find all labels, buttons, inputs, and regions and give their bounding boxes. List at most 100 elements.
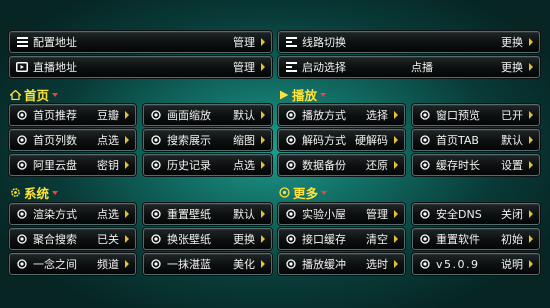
search-display-label: 搜索展示	[167, 134, 211, 147]
section-system-title: 系统	[24, 186, 50, 201]
chevron-right-icon	[529, 260, 533, 268]
home-tab-label: 首页TAB	[436, 134, 479, 147]
lab-label: 实验小屋	[302, 208, 346, 221]
chevron-right-icon	[261, 38, 265, 46]
cache-duration-value: 设置	[501, 159, 523, 172]
aliyun-drive-label: 阿里云盘	[33, 159, 77, 172]
tv-icon	[16, 61, 28, 73]
chevron-right-icon	[394, 161, 398, 169]
dot-icon	[150, 109, 162, 121]
reset-app-button[interactable]: 重置软件 初始	[412, 228, 540, 250]
live-address-value: 管理	[233, 61, 255, 74]
history-value: 点选	[233, 159, 255, 172]
channel-button[interactable]: 一念之间 频道	[9, 253, 136, 275]
chevron-right-icon	[394, 260, 398, 268]
split-icon	[285, 61, 297, 73]
beautify-button[interactable]: 一抹湛蓝 美化	[143, 253, 272, 275]
chevron-right-icon	[529, 111, 533, 119]
dot-icon	[16, 208, 28, 220]
aggregate-search-label: 聚合搜索	[33, 233, 77, 246]
version-button[interactable]: v5.0.9 说明	[412, 253, 540, 275]
screen-scale-value: 默认	[233, 109, 255, 122]
decode-mode-button[interactable]: 解码方式 硬解码	[278, 129, 405, 151]
version-label: v5.0.9	[436, 257, 480, 271]
change-wallpaper-label: 换张壁纸	[167, 233, 211, 246]
section-system-header: 系统	[10, 183, 59, 202]
chevron-right-icon	[529, 235, 533, 243]
more-icon	[279, 187, 290, 198]
aggregate-search-button[interactable]: 聚合搜索 已关	[9, 228, 136, 250]
aliyun-drive-button[interactable]: 阿里云盘 密钥	[9, 154, 136, 176]
home-recommend-button[interactable]: 首页推荐 豆瓣	[9, 104, 136, 126]
config-address-button[interactable]: 配置地址 管理	[9, 31, 272, 53]
play-icon	[279, 90, 289, 100]
home-columns-label: 首页列数	[33, 134, 77, 147]
play-buffer-button[interactable]: 播放缓冲 选时	[278, 253, 405, 275]
screen-scale-button[interactable]: 画面缩放 默认	[143, 104, 272, 126]
reset-app-value: 初始	[501, 233, 523, 246]
home-columns-button[interactable]: 首页列数 点选	[9, 129, 136, 151]
dot-icon	[150, 233, 162, 245]
lab-value: 管理	[366, 208, 388, 221]
home-tab-button[interactable]: 首页TAB 默认	[412, 129, 540, 151]
secure-dns-button[interactable]: 安全DNS 关闭	[412, 203, 540, 225]
dot-icon	[150, 159, 162, 171]
dot-icon	[285, 258, 297, 270]
chevron-right-icon	[529, 38, 533, 46]
cache-duration-button[interactable]: 缓存时长 设置	[412, 154, 540, 176]
chevron-right-icon	[394, 210, 398, 218]
search-display-value: 缩图	[233, 134, 255, 147]
render-mode-label: 渲染方式	[33, 208, 77, 221]
live-address-button[interactable]: 直播地址 管理	[9, 56, 272, 78]
channel-value: 频道	[97, 258, 119, 271]
history-label: 历史记录	[167, 159, 211, 172]
render-mode-button[interactable]: 渲染方式 点选	[9, 203, 136, 225]
dot-icon	[419, 208, 431, 220]
dot-icon	[16, 258, 28, 270]
caret-down-icon	[320, 92, 327, 97]
beautify-value: 美化	[233, 258, 255, 271]
search-display-button[interactable]: 搜索展示 缩图	[143, 129, 272, 151]
change-wallpaper-value: 更换	[233, 233, 255, 246]
chevron-right-icon	[394, 136, 398, 144]
aggregate-search-value: 已关	[97, 233, 119, 246]
secure-dns-label: 安全DNS	[436, 208, 482, 221]
window-preview-button[interactable]: 窗口预览 已开	[412, 104, 540, 126]
data-backup-button[interactable]: 数据备份 还原	[278, 154, 405, 176]
chevron-right-icon	[529, 161, 533, 169]
api-cache-button[interactable]: 接口缓存 清空	[278, 228, 405, 250]
startup-select-label: 启动选择	[302, 61, 346, 74]
reset-wallpaper-label: 重置壁纸	[167, 208, 211, 221]
route-switch-button[interactable]: 线路切换 更换	[278, 31, 540, 53]
reset-wallpaper-button[interactable]: 重置壁纸 默认	[143, 203, 272, 225]
section-home-header: 首页	[10, 85, 59, 104]
chevron-right-icon	[125, 210, 129, 218]
list-icon	[16, 36, 28, 48]
chevron-right-icon	[125, 111, 129, 119]
startup-select-button[interactable]: 启动选择 点播 更换	[278, 56, 540, 78]
caret-down-icon	[321, 190, 328, 195]
play-buffer-value: 选时	[366, 258, 388, 271]
reset-wallpaper-value: 默认	[233, 208, 255, 221]
data-backup-value: 还原	[366, 159, 388, 172]
lab-button[interactable]: 实验小屋 管理	[278, 203, 405, 225]
dot-icon	[419, 109, 431, 121]
section-home-title: 首页	[24, 88, 50, 103]
section-play-header: 播放	[279, 85, 327, 104]
caret-down-icon	[52, 92, 59, 97]
home-columns-value: 点选	[97, 134, 119, 147]
dot-icon	[150, 134, 162, 146]
route-switch-label: 线路切换	[302, 36, 346, 49]
decode-mode-value: 硬解码	[355, 134, 388, 147]
change-wallpaper-button[interactable]: 换张壁纸 更换	[143, 228, 272, 250]
play-mode-value: 选择	[366, 109, 388, 122]
dot-icon	[16, 233, 28, 245]
play-mode-button[interactable]: 播放方式 选择	[278, 104, 405, 126]
split-icon	[285, 36, 297, 48]
home-icon	[10, 89, 21, 100]
chevron-right-icon	[125, 136, 129, 144]
dot-icon	[419, 258, 431, 270]
history-button[interactable]: 历史记录 点选	[143, 154, 272, 176]
section-more-header: 更多	[279, 183, 328, 202]
chevron-right-icon	[261, 63, 265, 71]
